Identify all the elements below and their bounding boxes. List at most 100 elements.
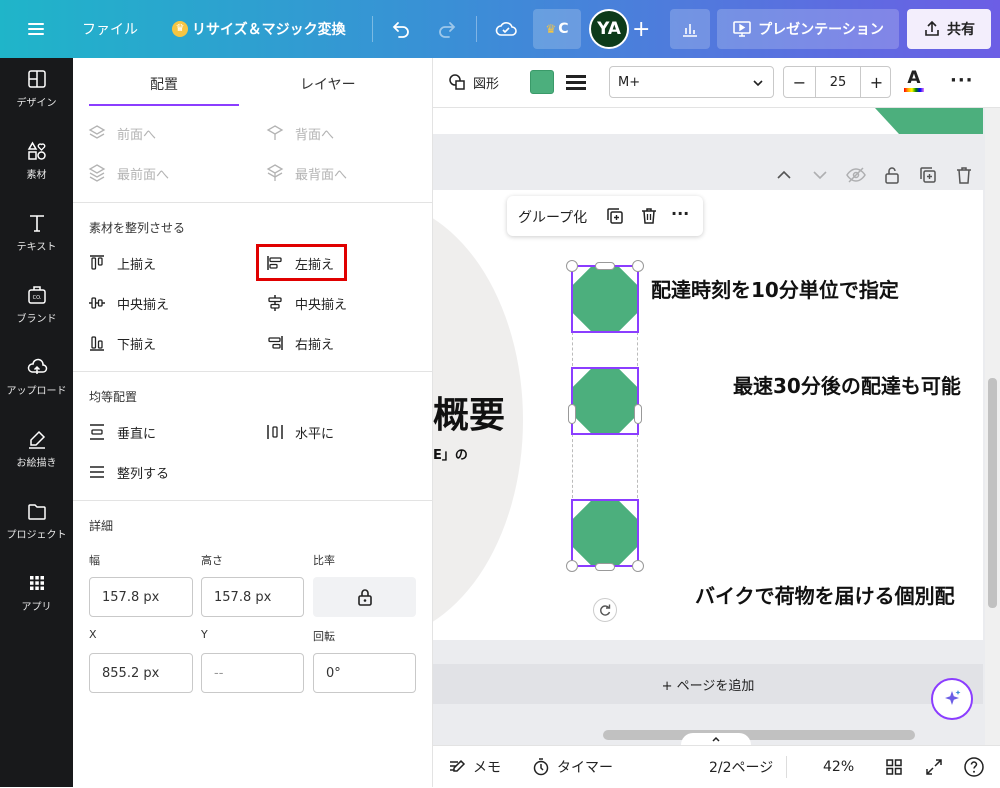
- distribute-vertical-button[interactable]: 垂直に: [87, 422, 156, 442]
- divider: [786, 756, 787, 778]
- bring-to-front-button[interactable]: 最前面へ: [87, 163, 169, 183]
- delete-icon[interactable]: [639, 206, 659, 226]
- align-center-button[interactable]: 中央揃え: [265, 293, 347, 313]
- duplicate-icon[interactable]: [605, 206, 625, 226]
- cloud-save-icon[interactable]: [494, 0, 518, 58]
- lock-page-icon[interactable]: [881, 164, 903, 186]
- more-options-icon[interactable]: ···: [950, 70, 974, 91]
- align-left-button[interactable]: 左揃え: [265, 253, 334, 273]
- share-button[interactable]: 共有: [907, 9, 991, 49]
- decrease-font-size-button[interactable]: −: [784, 67, 816, 97]
- insights-icon[interactable]: [670, 9, 710, 49]
- tab-arrange[interactable]: 配置: [150, 74, 178, 94]
- resize-handle[interactable]: [566, 260, 578, 272]
- timer-label: タイマー: [557, 760, 613, 776]
- position-panel: 配置 レイヤー 前面へ 背面へ 最前面へ 最背面へ 素材を整列させる 上揃え 左…: [73, 58, 433, 787]
- align-middle-icon: [89, 297, 105, 309]
- crown-badge-label: C: [558, 21, 569, 37]
- align-middle-button[interactable]: 中央揃え: [87, 293, 169, 313]
- tidy-up-button[interactable]: 整列する: [87, 462, 169, 482]
- avatar[interactable]: YA: [589, 9, 629, 49]
- page-indicator[interactable]: 2/2ページ: [709, 746, 773, 788]
- file-menu[interactable]: ファイル: [82, 0, 138, 58]
- fill-color-swatch[interactable]: [530, 70, 554, 94]
- group-button[interactable]: グループ化: [518, 207, 587, 227]
- grid-view-icon[interactable]: [885, 746, 903, 788]
- rail-item-projects[interactable]: プロジェクト: [0, 490, 73, 550]
- y-field[interactable]: --: [201, 653, 304, 693]
- slide-text-delivery-time[interactable]: 配達時刻を10分単位で指定: [651, 274, 899, 303]
- horizontal-scrollbar[interactable]: [603, 730, 915, 740]
- hide-page-icon[interactable]: [845, 164, 867, 186]
- height-label: 高さ: [201, 554, 223, 567]
- zoom-level[interactable]: 42%: [823, 746, 854, 788]
- width-field[interactable]: 157.8 px: [89, 577, 193, 617]
- send-backward-button[interactable]: 背面へ: [265, 123, 334, 143]
- resize-label: リサイズ＆マジック変換: [192, 22, 346, 38]
- rail-item-apps[interactable]: アプリ: [0, 562, 73, 622]
- slide-title[interactable]: 概要: [433, 386, 505, 438]
- rotation-field[interactable]: 0°: [313, 653, 416, 693]
- slide-text-bike[interactable]: バイクで荷物を届ける個別配: [695, 580, 955, 609]
- ratio-lock-button[interactable]: [313, 577, 416, 617]
- pages-toggle[interactable]: [681, 733, 751, 745]
- hamburger-icon[interactable]: [26, 0, 46, 58]
- resize-handle[interactable]: [595, 262, 615, 270]
- send-backward-label: 背面へ: [295, 127, 335, 143]
- add-page-button[interactable]: + ページを追加: [433, 664, 983, 704]
- rail-item-brand[interactable]: CO. ブランド: [0, 274, 73, 334]
- slide-text-fastest[interactable]: 最速30分後の配達も可能: [733, 370, 961, 399]
- resize-handle[interactable]: [632, 560, 644, 572]
- slide-page[interactable]: 概要 E」の 配達時刻を10分単位で指定 最速30分後の配達も可能 バイクで荷物…: [433, 190, 983, 640]
- resize-handle[interactable]: [566, 560, 578, 572]
- font-value: M+: [618, 74, 641, 90]
- rotate-handle[interactable]: [593, 598, 617, 622]
- distribute-horizontal-button[interactable]: 水平に: [265, 422, 334, 442]
- resize-handle[interactable]: [632, 260, 644, 272]
- rail-item-elements[interactable]: 素材: [0, 130, 73, 190]
- resize-button[interactable]: ♛ リサイズ＆マジック変換: [172, 0, 346, 58]
- crown-badge-button[interactable]: ♛ C: [533, 9, 581, 49]
- increase-font-size-button[interactable]: +: [860, 67, 892, 97]
- undo-icon[interactable]: [390, 0, 412, 58]
- magic-assistant-button[interactable]: [931, 678, 973, 720]
- font-select[interactable]: M+: [609, 66, 774, 98]
- scrollbar-thumb[interactable]: [988, 378, 997, 608]
- rail-item-design[interactable]: デザイン: [0, 58, 73, 118]
- resize-handle[interactable]: [595, 563, 615, 571]
- notes-button[interactable]: メモ: [447, 746, 501, 788]
- floating-toolbar: グループ化 ···: [507, 196, 703, 236]
- fullscreen-icon[interactable]: [925, 746, 943, 788]
- tab-layers[interactable]: レイヤー: [300, 74, 356, 94]
- slide-subtitle[interactable]: E」の: [433, 444, 468, 463]
- align-bottom-button[interactable]: 下揃え: [87, 333, 156, 353]
- font-size-input[interactable]: 25: [816, 67, 860, 97]
- send-to-back-button[interactable]: 最背面へ: [265, 163, 347, 183]
- text-color-icon[interactable]: A: [903, 68, 925, 96]
- height-field[interactable]: 157.8 px: [201, 577, 304, 617]
- timer-button[interactable]: タイマー: [531, 746, 613, 788]
- redo-icon[interactable]: [436, 0, 458, 58]
- border-style-icon[interactable]: [566, 70, 586, 94]
- shape-button[interactable]: 図形: [447, 72, 499, 92]
- resize-handle[interactable]: [634, 404, 642, 424]
- chevron-up-icon[interactable]: [773, 164, 795, 186]
- rail-item-text[interactable]: テキスト: [0, 202, 73, 262]
- delete-page-icon[interactable]: [953, 164, 975, 186]
- duplicate-page-icon[interactable]: [917, 164, 939, 186]
- chevron-down-icon[interactable]: [809, 164, 831, 186]
- bring-forward-button[interactable]: 前面へ: [87, 123, 156, 143]
- rail-item-upload[interactable]: アップロード: [0, 346, 73, 406]
- vertical-scrollbar[interactable]: [985, 108, 1000, 745]
- present-button[interactable]: プレゼンテーション: [717, 9, 899, 49]
- sparkle-icon: [945, 690, 961, 705]
- align-right-button[interactable]: 右揃え: [265, 333, 334, 353]
- more-options-icon[interactable]: ···: [671, 204, 689, 223]
- x-field[interactable]: 855.2 px: [89, 653, 193, 693]
- add-collaborator-icon[interactable]: +: [632, 0, 650, 58]
- align-top-button[interactable]: 上揃え: [87, 253, 156, 273]
- send-backward-icon: [266, 125, 284, 140]
- resize-handle[interactable]: [568, 404, 576, 424]
- rail-item-draw[interactable]: お絵描き: [0, 418, 73, 478]
- help-icon[interactable]: [963, 746, 985, 788]
